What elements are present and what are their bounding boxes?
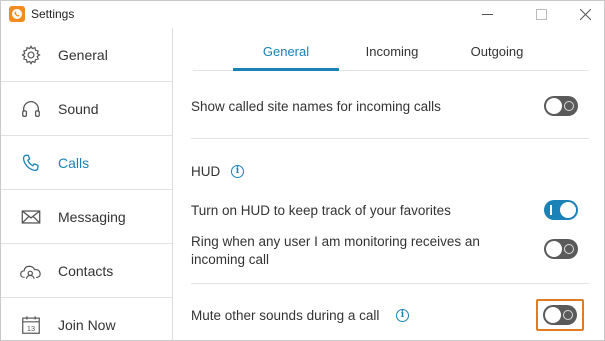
divider [191, 138, 589, 139]
calendar-day-text: 13 [27, 324, 35, 333]
show-called-site-label: Show called site names for incoming call… [191, 99, 441, 114]
tab-outgoing[interactable]: Outgoing [445, 31, 549, 71]
hud-heading: HUD [191, 164, 221, 179]
settings-tabs: General Incoming Outgoing [193, 31, 589, 71]
sidebar-item-general[interactable]: General [1, 28, 172, 82]
info-icon[interactable]: i [396, 309, 409, 322]
sidebar-item-label: Messaging [58, 209, 126, 225]
hud-turn-on-toggle[interactable] [544, 200, 578, 220]
toggle-on-mark [550, 205, 552, 215]
sidebar-item-sound[interactable]: Sound [1, 82, 172, 136]
toggle-off-mark [564, 244, 574, 254]
tab-incoming[interactable]: Incoming [345, 31, 439, 71]
contacts-cloud-icon [19, 259, 43, 283]
toggle-off-mark [564, 101, 574, 111]
sidebar-item-label: Join Now [58, 317, 116, 333]
info-icon[interactable]: i [231, 165, 244, 178]
sidebar-item-join-now[interactable]: 13 Join Now [1, 298, 172, 341]
sidebar-item-calls[interactable]: Calls [1, 136, 172, 190]
calendar-icon: 13 [19, 313, 43, 337]
divider [191, 283, 589, 284]
toggle-off-mark [563, 310, 573, 320]
close-icon[interactable] [567, 1, 603, 27]
ring-monitoring-toggle[interactable] [544, 239, 578, 259]
sidebar: General Sound Calls Messaging Contacts 1… [1, 28, 173, 341]
show-called-site-toggle[interactable] [544, 96, 578, 116]
toggle-knob [546, 98, 562, 114]
mute-other-sounds-toggle[interactable] [543, 305, 577, 325]
ring-monitoring-label-line1: Ring when any user I am monitoring recei… [191, 234, 480, 249]
sidebar-item-label: General [58, 47, 108, 63]
toggle-knob [546, 241, 562, 257]
toggle-knob [545, 307, 561, 323]
settings-window: Settings General Sound Calls Messaging C… [0, 0, 605, 341]
window-title: Settings [31, 7, 75, 21]
maximize-icon[interactable] [523, 1, 559, 27]
sidebar-item-label: Sound [58, 101, 99, 117]
hud-turn-on-label: Turn on HUD to keep track of your favori… [191, 203, 451, 218]
envelope-icon [19, 205, 43, 229]
title-bar: Settings [1, 1, 604, 27]
mute-other-sounds-label: Mute other sounds during a call [191, 308, 380, 323]
toggle-knob [560, 202, 576, 218]
sidebar-item-contacts[interactable]: Contacts [1, 244, 172, 298]
sidebar-item-label: Contacts [58, 263, 114, 279]
headphones-icon [19, 97, 43, 121]
app-logo-icon [9, 6, 25, 22]
ring-monitoring-label-line2: incoming call [191, 252, 270, 267]
active-tab-indicator [233, 68, 339, 71]
sidebar-item-messaging[interactable]: Messaging [1, 190, 172, 244]
phone-icon [19, 151, 43, 175]
sidebar-item-label: Calls [58, 155, 90, 171]
tab-general[interactable]: General [233, 31, 339, 71]
minimize-icon[interactable] [469, 1, 505, 27]
gear-icon [19, 43, 43, 67]
